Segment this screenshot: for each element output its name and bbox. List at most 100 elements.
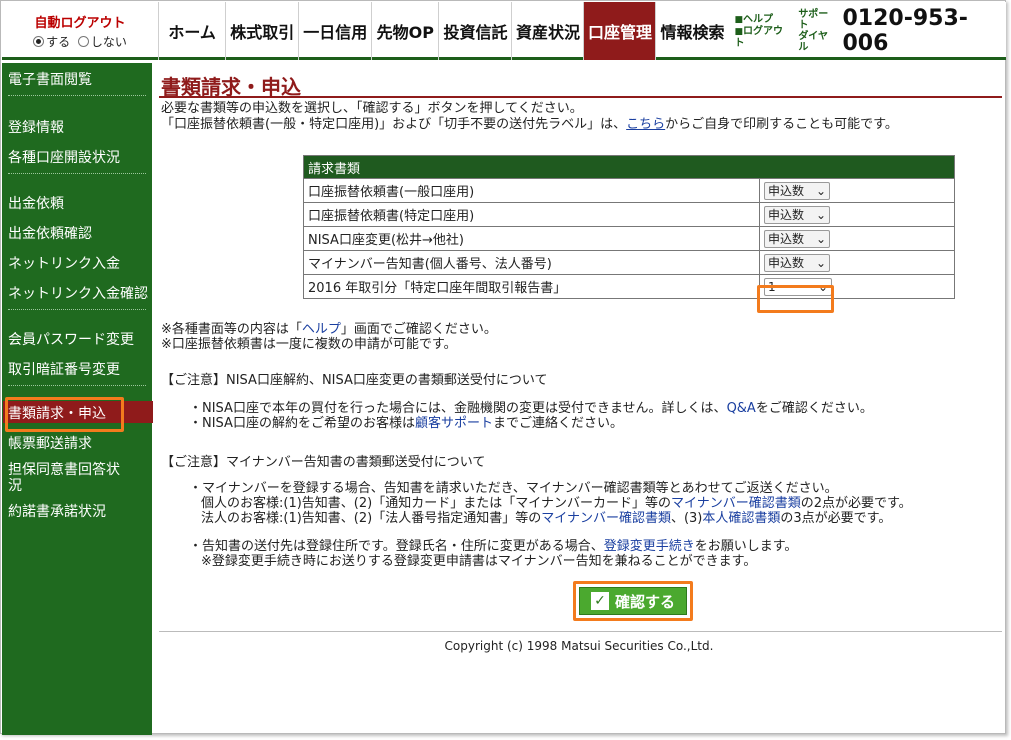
support-label-line2: ダイヤル: [798, 31, 829, 53]
mynumber-individual-a: 個人のお客様:(1)告知書、(2)「通知カード」または「マイナンバーカード」等の: [201, 496, 671, 511]
mynumber-individual-b: の2点が必要です。: [800, 496, 912, 511]
sidebar-item-account-opening-status[interactable]: 各種口座開設状況: [8, 147, 120, 167]
quantity-select-value: 申込数: [768, 232, 805, 246]
checkmark-icon: ✓: [590, 592, 609, 610]
mynumber-bullet-1: ・マイナンバーを登録する場合、告知書を請求いただき、マイナンバー確認書類等とあわ…: [189, 481, 838, 496]
nisa-bullet-1-a: ・NISA口座で本年の買付を行った場合には、金融機関の変更は受付できません。詳し…: [189, 401, 727, 416]
sidebar-highlight-box: [5, 397, 124, 432]
sidebar-item-withdrawal-request[interactable]: 出金依頼: [8, 193, 64, 213]
sidebar-item-netlink-deposit[interactable]: ネットリンク入金: [8, 253, 120, 273]
quantity-select[interactable]: 申込数 ⌄: [764, 229, 830, 248]
sidebar-item-collateral-consent-cont[interactable]: 況: [8, 475, 22, 495]
confirm-button[interactable]: ✓ 確認する: [579, 587, 687, 615]
support-phone-number: 0120-953-006: [842, 6, 968, 56]
quantity-select[interactable]: 申込数 ⌄: [764, 181, 830, 200]
row-label: 口座振替依頼書(一般口座用): [303, 178, 760, 203]
auto-logout-on-radio[interactable]: [33, 36, 45, 47]
nav-info-search[interactable]: 情報検索: [655, 2, 728, 60]
chevron-down-icon: ⌄: [815, 183, 826, 198]
notes: ※各種書面等の内容は「ヘルプ」画面でご確認ください。 ※口座振替依頼書は一度に複…: [161, 322, 497, 352]
sidebar-item-netlink-deposit-confirm[interactable]: ネットリンク入金確認: [8, 283, 148, 303]
sidebar: 電子書面閲覧 登録情報 各種口座開設状況 出金依頼 出金依頼確認 ネットリンク入…: [2, 63, 153, 735]
auto-logout-off-label: しない: [90, 35, 127, 49]
caution-nisa-heading: 【ご注意】NISA口座解約、NISA口座変更の書類郵送受付について: [161, 373, 548, 388]
nav-day-margin[interactable]: 一日信用: [298, 2, 371, 60]
quantity-select[interactable]: 申込数 ⌄: [764, 253, 830, 272]
nisa-bullet-1: ・NISA口座で本年の買付を行った場合には、金融機関の変更は受付できません。詳し…: [189, 401, 873, 416]
sidebar-item-statement-mailing[interactable]: 帳票郵送請求: [8, 433, 92, 453]
sidebar-item-collateral-consent[interactable]: 担保同意書回答状: [8, 459, 120, 479]
nav-asset-status[interactable]: 資産状況: [511, 2, 583, 60]
sidebar-divider: [8, 385, 146, 386]
support-label-line1: サポート: [798, 9, 829, 31]
intro-text: 必要な書類等の申込数を選択し、「確認する」ボタンを押してください。 「口座振替依…: [161, 101, 898, 133]
nav-account-management[interactable]: 口座管理: [583, 2, 656, 60]
quantity-select-value: 申込数: [768, 208, 805, 222]
nisa-bullets: ・NISA口座で本年の買付を行った場合には、金融機関の変更は受付できません。詳し…: [189, 401, 873, 431]
row-label: NISA口座変更(松井→他社): [303, 226, 760, 251]
help-link[interactable]: ヘルプ: [734, 14, 790, 26]
note-help-b: 」画面でご確認ください。: [340, 322, 497, 337]
sidebar-item-withdrawal-confirm[interactable]: 出金依頼確認: [8, 223, 92, 243]
auto-logout-options: する しない: [4, 33, 156, 50]
sidebar-divider: [8, 309, 146, 310]
copyright: Copyright (c) 1998 Matsui Securities Co.…: [444, 639, 714, 653]
mynumber-corporate-mid: 、(3): [670, 511, 703, 526]
app-window: 自動ログアウト する しない ホーム 株式取引 一日信用 先物OP 投資信託 資…: [0, 0, 1006, 735]
logout-link[interactable]: ログアウト: [734, 26, 790, 49]
mynumber-corporate-a: 法人のお客様:(1)告知書、(2)「法人番号指定通知書」等の: [201, 511, 542, 526]
request-table: 請求書類 口座振替依頼書(一般口座用) 申込数 ⌄ 口座振替依頼書(特定口座用) …: [303, 155, 955, 299]
footer-divider: [159, 631, 1002, 632]
auto-logout-box: 自動ログアウト する しない: [4, 8, 156, 52]
qa-link[interactable]: Q&A: [727, 401, 756, 416]
support-dial-label: サポート ダイヤル: [798, 2, 836, 60]
nisa-bullet-2-a: ・NISA口座の解約をご希望のお客様は: [189, 416, 415, 431]
chevron-down-icon: ⌄: [815, 207, 826, 222]
sidebar-item-agreement-status[interactable]: 約諾書承諾状況: [8, 501, 106, 521]
address-bullet-a: ・告知書の送付先は登録住所です。登録氏名・住所に変更がある場合、: [189, 539, 604, 554]
sidebar-divider: [8, 173, 146, 174]
quantity-select-value: 申込数: [768, 184, 805, 198]
mynumber-bullets: ・マイナンバーを登録する場合、告知書を請求いただき、マイナンバー確認書類等とあわ…: [189, 481, 912, 526]
confirm-button-label: 確認する: [614, 592, 675, 611]
sidebar-item-registration-info[interactable]: 登録情報: [8, 117, 64, 137]
mynumber-docs-link[interactable]: マイナンバー確認書類: [671, 496, 801, 511]
main-nav: ホーム 株式取引 一日信用 先物OP 投資信託 資産状況 口座管理 情報検索 ヘ…: [158, 2, 1006, 60]
intro-line-2: 「口座振替依頼書(一般・特定口座用)」および「切手不要の送付先ラベル」は、こちら…: [161, 117, 898, 133]
header: 自動ログアウト する しない ホーム 株式取引 一日信用 先物OP 投資信託 資…: [2, 2, 1006, 60]
table-row: 2016 年取引分「特定口座年間取引報告書」 1 ⌄: [303, 274, 955, 299]
auto-logout-title: 自動ログアウト: [34, 16, 126, 31]
nav-futures-options[interactable]: 先物OP: [371, 2, 438, 60]
sidebar-item-pin-change[interactable]: 取引暗証番号変更: [8, 359, 120, 379]
identity-docs-link[interactable]: 本人確認書類: [702, 511, 780, 526]
auto-logout-off-radio[interactable]: [77, 36, 89, 47]
table-row: 口座振替依頼書(一般口座用) 申込数 ⌄: [303, 178, 955, 203]
mynumber-docs-link-corp[interactable]: マイナンバー確認書類: [541, 511, 671, 526]
address-note: ※登録変更手続き時にお送りする登録変更申請書はマイナンバー告知を兼ねることができ…: [201, 554, 757, 569]
mynumber-corporate-b: の3点が必要です。: [780, 511, 892, 526]
nav-investment-trust[interactable]: 投資信託: [438, 2, 511, 60]
chevron-down-icon: ⌄: [815, 231, 826, 246]
table-row: NISA口座変更(松井→他社) 申込数 ⌄: [303, 226, 955, 251]
table-header: 請求書類: [303, 155, 955, 179]
note-help-a: ※各種書面等の内容は「: [161, 322, 302, 337]
address-bullets: ・告知書の送付先は登録住所です。登録氏名・住所に変更がある場合、登録変更手続きを…: [189, 539, 797, 569]
sidebar-item-e-documents[interactable]: 電子書面閲覧: [8, 69, 92, 89]
address-bullet: ・告知書の送付先は登録住所です。登録氏名・住所に変更がある場合、登録変更手続きを…: [189, 539, 797, 554]
print-here-link[interactable]: こちら: [626, 117, 665, 132]
note-multiple: ※口座振替依頼書は一度に複数の申請が可能です。: [161, 337, 457, 352]
nisa-bullet-1-b: をご確認ください。: [755, 401, 873, 416]
nav-stock-trade[interactable]: 株式取引: [225, 2, 298, 60]
nav-home[interactable]: ホーム: [158, 2, 225, 60]
row-label: 2016 年取引分「特定口座年間取引報告書」: [303, 274, 760, 299]
help-link-inline[interactable]: ヘルプ: [302, 322, 341, 337]
customer-support-link[interactable]: 顧客サポート: [415, 416, 493, 431]
quantity-select-value: 申込数: [768, 256, 805, 270]
help-logout-links: ヘルプ ログアウト: [728, 2, 790, 60]
quantity-select[interactable]: 申込数 ⌄: [764, 205, 830, 224]
registration-change-link[interactable]: 登録変更手続き: [604, 539, 695, 554]
sidebar-item-password-change[interactable]: 会員パスワード変更: [8, 329, 134, 349]
dropdown-highlight-box: [757, 285, 834, 313]
chevron-down-icon: ⌄: [815, 255, 826, 270]
table-row: 口座振替依頼書(特定口座用) 申込数 ⌄: [303, 202, 955, 227]
